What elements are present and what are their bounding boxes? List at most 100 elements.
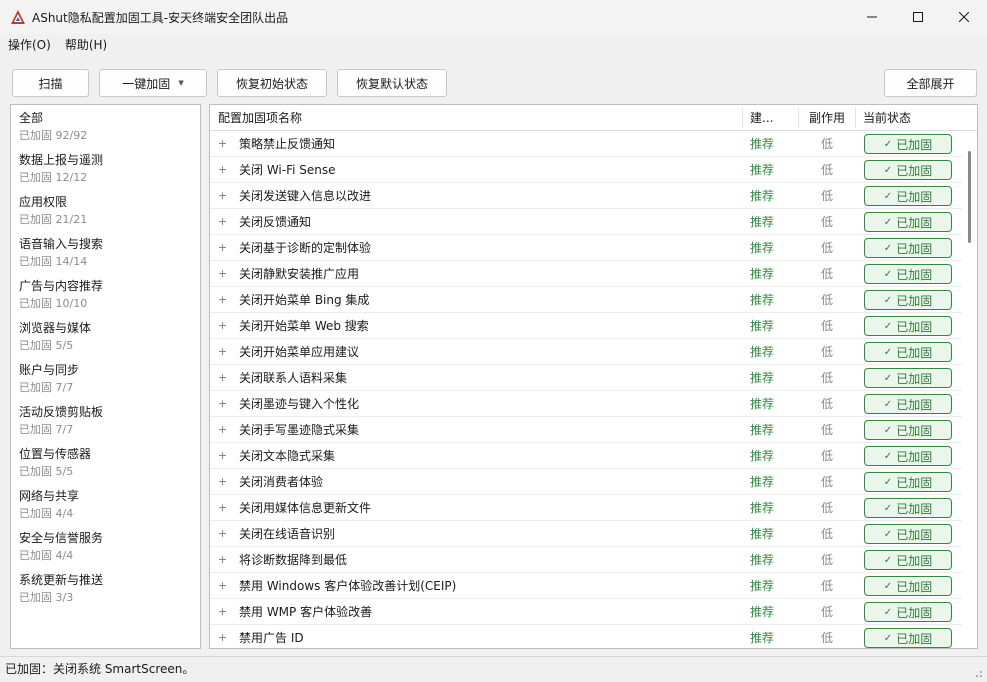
- item-name: 关闭用媒体信息更新文件: [239, 501, 372, 515]
- status-badge[interactable]: ✓ 已加固: [864, 186, 952, 206]
- table-row[interactable]: + 禁用 Windows 客户体验改善计划(CEIP) 推荐 低 ✓ 已加固: [210, 573, 962, 599]
- close-button[interactable]: [941, 0, 987, 34]
- item-name: 关闭开始菜单应用建议: [239, 345, 360, 359]
- column-header-side-effect[interactable]: 副作用: [809, 105, 845, 131]
- expand-icon[interactable]: +: [218, 599, 227, 625]
- maximize-button[interactable]: [895, 0, 941, 34]
- status-badge[interactable]: ✓ 已加固: [864, 602, 952, 622]
- status-badge[interactable]: ✓ 已加固: [864, 472, 952, 492]
- vertical-scrollbar[interactable]: [962, 131, 977, 648]
- column-header-suggest[interactable]: 建...: [750, 105, 773, 131]
- status-badge[interactable]: ✓ 已加固: [864, 420, 952, 440]
- status-badge[interactable]: ✓ 已加固: [864, 628, 952, 648]
- table-row[interactable]: + 关闭开始菜单 Web 搜索 推荐 低 ✓ 已加固: [210, 313, 962, 339]
- expand-icon[interactable]: +: [218, 157, 227, 183]
- expand-icon[interactable]: +: [218, 495, 227, 521]
- status-badge[interactable]: ✓ 已加固: [864, 394, 952, 414]
- status-badge[interactable]: ✓ 已加固: [864, 446, 952, 466]
- status-badge[interactable]: ✓ 已加固: [864, 212, 952, 232]
- expand-all-button[interactable]: 全部展开: [884, 69, 977, 97]
- table-row[interactable]: + 关闭开始菜单 Bing 集成 推荐 低 ✓ 已加固: [210, 287, 962, 313]
- category-item-network-sharing[interactable]: 网络与共享 已加固 4/4: [19, 483, 194, 525]
- expand-icon[interactable]: +: [218, 365, 227, 391]
- table-row[interactable]: + 关闭用媒体信息更新文件 推荐 低 ✓ 已加固: [210, 495, 962, 521]
- table-row[interactable]: + 将诊断数据降到最低 推荐 低 ✓ 已加固: [210, 547, 962, 573]
- menu-help[interactable]: 帮助(H): [65, 36, 107, 53]
- table-row[interactable]: + 关闭在线语音识别 推荐 低 ✓ 已加固: [210, 521, 962, 547]
- menu-operate[interactable]: 操作(O): [8, 36, 51, 53]
- table-row[interactable]: + 关闭发送键入信息以改进 推荐 低 ✓ 已加固: [210, 183, 962, 209]
- status-badge[interactable]: ✓ 已加固: [864, 238, 952, 258]
- scan-button-label: 扫描: [38, 76, 63, 91]
- table-row[interactable]: + 关闭手写墨迹隐式采集 推荐 低 ✓ 已加固: [210, 417, 962, 443]
- category-item-all[interactable]: 全部 已加固 92/92: [19, 105, 194, 147]
- category-item-app-permissions[interactable]: 应用权限 已加固 21/21: [19, 189, 194, 231]
- item-suggestion: 推荐: [750, 215, 775, 229]
- status-badge[interactable]: ✓ 已加固: [864, 576, 952, 596]
- column-divider[interactable]: [855, 108, 856, 128]
- table-row[interactable]: + 关闭消费者体验 推荐 低 ✓ 已加固: [210, 469, 962, 495]
- expand-icon[interactable]: +: [218, 391, 227, 417]
- category-item-location-sensors[interactable]: 位置与传感器 已加固 5/5: [19, 441, 194, 483]
- expand-icon[interactable]: +: [218, 235, 227, 261]
- status-badge[interactable]: ✓ 已加固: [864, 316, 952, 336]
- expand-icon[interactable]: +: [218, 521, 227, 547]
- expand-icon[interactable]: +: [218, 339, 227, 365]
- resize-grip-icon[interactable]: [973, 668, 983, 678]
- status-badge[interactable]: ✓ 已加固: [864, 290, 952, 310]
- expand-icon[interactable]: +: [218, 547, 227, 573]
- category-item-security-reputation[interactable]: 安全与信誉服务 已加固 4/4: [19, 525, 194, 567]
- table-row[interactable]: + 关闭墨迹与键入个性化 推荐 低 ✓ 已加固: [210, 391, 962, 417]
- status-badge[interactable]: ✓ 已加固: [864, 550, 952, 570]
- expand-icon[interactable]: +: [218, 443, 227, 469]
- table-row[interactable]: + 关闭文本隐式采集 推荐 低 ✓ 已加固: [210, 443, 962, 469]
- scan-button[interactable]: 扫描: [12, 69, 89, 97]
- expand-icon[interactable]: +: [218, 261, 227, 287]
- category-item-browser-media[interactable]: 浏览器与媒体 已加固 5/5: [19, 315, 194, 357]
- expand-icon[interactable]: +: [218, 417, 227, 443]
- status-badge[interactable]: ✓ 已加固: [864, 160, 952, 180]
- column-header-status[interactable]: 当前状态: [863, 105, 911, 131]
- table-row[interactable]: + 关闭联系人语料采集 推荐 低 ✓ 已加固: [210, 365, 962, 391]
- category-item-ads[interactable]: 广告与内容推荐 已加固 10/10: [19, 273, 194, 315]
- table-row[interactable]: + 关闭基于诊断的定制体验 推荐 低 ✓ 已加固: [210, 235, 962, 261]
- column-header-name[interactable]: 配置加固项名称: [218, 105, 302, 131]
- category-item-activity-clipboard[interactable]: 活动反馈剪贴板 已加固 7/7: [19, 399, 194, 441]
- restore-default-button[interactable]: 恢复默认状态: [337, 69, 447, 97]
- restore-initial-button[interactable]: 恢复初始状态: [217, 69, 327, 97]
- expand-icon[interactable]: +: [218, 287, 227, 313]
- table-row[interactable]: + 关闭 Wi-Fi Sense 推荐 低 ✓ 已加固: [210, 157, 962, 183]
- hardening-table: 配置加固项名称 建... 副作用 当前状态 + 策略禁止反馈通知 推荐低 ✓ 已加固 + 关…: [209, 104, 978, 649]
- table-row[interactable]: + 禁用 WMP 客户体验改善 推荐 低 ✓ 已加固: [210, 599, 962, 625]
- expand-icon[interactable]: +: [218, 625, 227, 648]
- table-row[interactable]: + 关闭反馈通知 推荐 低 ✓ 已加固: [210, 209, 962, 235]
- status-badge[interactable]: ✓ 已加固: [864, 524, 952, 544]
- category-item-telemetry[interactable]: 数据上报与遥测 已加固 12/12: [19, 147, 194, 189]
- table-row[interactable]: + 关闭静默安装推广应用 推荐 低 ✓ 已加固: [210, 261, 962, 287]
- expand-icon[interactable]: +: [218, 469, 227, 495]
- check-icon: ✓: [883, 554, 893, 566]
- expand-icon[interactable]: +: [218, 131, 227, 157]
- harden-all-button[interactable]: 一键加固 ▼: [99, 69, 207, 97]
- status-badge[interactable]: ✓ 已加固: [864, 498, 952, 518]
- window-controls: [849, 0, 987, 34]
- category-item-system-updates[interactable]: 系统更新与推送 已加固 3/3: [19, 567, 194, 609]
- minimize-button[interactable]: [849, 0, 895, 34]
- category-item-voice-search[interactable]: 语音输入与搜索 已加固 14/14: [19, 231, 194, 273]
- expand-icon[interactable]: +: [218, 183, 227, 209]
- expand-icon[interactable]: +: [218, 209, 227, 235]
- table-row[interactable]: + 策略禁止反馈通知 推荐 低 ✓ 已加固: [210, 131, 962, 157]
- scrollbar-thumb[interactable]: [968, 151, 971, 243]
- status-badge[interactable]: ✓ 已加固: [864, 264, 952, 284]
- table-row[interactable]: + 禁用广告 ID 推荐 低 ✓ 已加固: [210, 625, 962, 648]
- status-badge[interactable]: ✓ 已加固: [864, 134, 952, 154]
- expand-icon[interactable]: +: [218, 573, 227, 599]
- status-label: 已加固: [896, 423, 933, 438]
- status-badge[interactable]: ✓ 已加固: [864, 342, 952, 362]
- column-divider[interactable]: [742, 108, 743, 128]
- status-badge[interactable]: ✓ 已加固: [864, 368, 952, 388]
- table-row[interactable]: + 关闭开始菜单应用建议 推荐 低 ✓ 已加固: [210, 339, 962, 365]
- category-item-account-sync[interactable]: 账户与同步 已加固 7/7: [19, 357, 194, 399]
- expand-icon[interactable]: +: [218, 313, 227, 339]
- column-divider[interactable]: [798, 108, 799, 128]
